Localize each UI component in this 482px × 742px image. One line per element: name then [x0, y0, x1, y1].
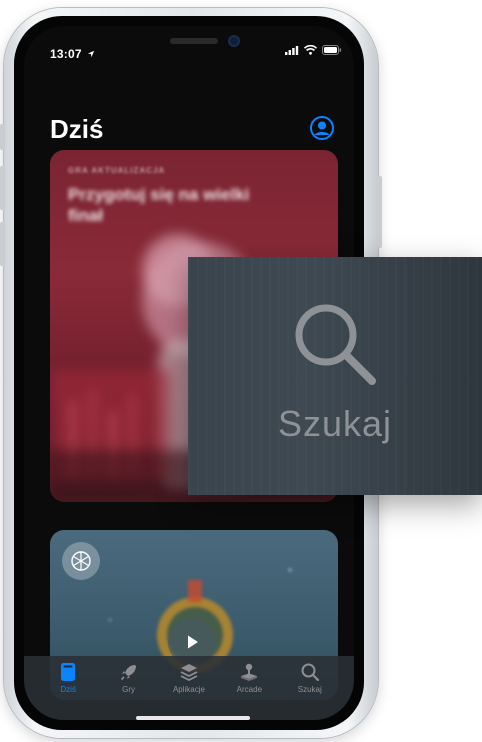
play-icon [188, 635, 198, 649]
card-headline: Przygotuj się na wielki finał [68, 185, 250, 225]
front-camera [228, 35, 240, 47]
tab-today[interactable]: Dziś [38, 656, 98, 706]
account-button[interactable] [310, 116, 334, 140]
tab-search[interactable]: Szukaj [280, 656, 340, 706]
status-time: 13:07 [50, 47, 95, 61]
tab-games-label: Gry [122, 685, 136, 694]
tab-apps[interactable]: Aplikacje [159, 656, 219, 706]
page-title: Dziś [50, 114, 104, 144]
tab-arcade-label: Arcade [236, 685, 263, 694]
volume-down-button [0, 222, 5, 266]
joystick-icon [241, 663, 258, 681]
status-icons [285, 45, 342, 55]
tab-apps-label: Aplikacje [172, 685, 205, 694]
earpiece-speaker [170, 38, 218, 44]
layers-icon [180, 664, 198, 682]
search-tab-zoom-callout: Szukaj [188, 257, 482, 495]
wifi-icon [304, 45, 317, 55]
tab-bar: Dziś Gry Aplikacje Arcade Szukaj [24, 656, 354, 720]
arcade-badge [62, 542, 100, 580]
tab-today-label: Dziś [60, 685, 76, 694]
account-icon [310, 116, 334, 140]
home-indicator[interactable] [136, 716, 250, 720]
tab-arcade[interactable]: Arcade [219, 656, 279, 706]
battery-icon [322, 45, 342, 55]
arcade-logo-icon [71, 551, 91, 571]
card-eyebrow: GRA AKTUALIZACJA [68, 166, 166, 175]
tab-search-label: Szukaj [297, 685, 322, 694]
search-zoom-label: Szukaj [277, 403, 393, 444]
rocket-icon [120, 665, 136, 681]
location-arrow-icon [88, 50, 95, 58]
tab-games[interactable]: Gry [99, 656, 159, 706]
silent-switch [0, 124, 5, 150]
volume-up-button [0, 166, 5, 210]
power-button [377, 176, 382, 248]
search-icon [301, 663, 319, 682]
signal-icon [285, 45, 299, 55]
today-icon [61, 663, 76, 681]
search-icon [295, 304, 376, 385]
